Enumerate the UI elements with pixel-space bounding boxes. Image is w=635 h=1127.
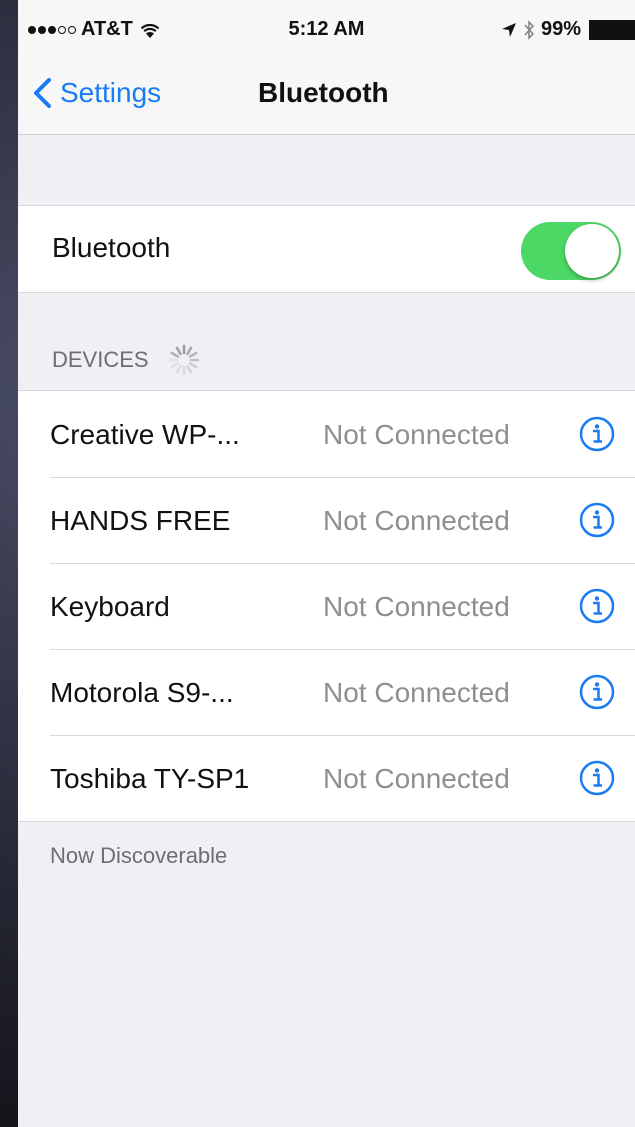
device-name: Toshiba TY-SP1 xyxy=(50,763,250,794)
battery-icon xyxy=(589,19,635,40)
loading-spinner-icon xyxy=(168,344,199,376)
bluetooth-toggle-label: Bluetooth xyxy=(52,232,171,263)
bluetooth-icon xyxy=(524,19,535,40)
device-name: Creative WP-... xyxy=(50,419,240,450)
chevron-left-icon xyxy=(34,78,51,108)
status-bar: AT&T 5:12 AM 99% xyxy=(18,0,635,64)
bluetooth-toggle-row: Bluetooth xyxy=(18,205,635,293)
info-icon[interactable] xyxy=(579,674,615,710)
info-icon[interactable] xyxy=(579,588,615,624)
device-status: Not Connected xyxy=(323,505,510,536)
status-bar-right: 99% xyxy=(501,18,635,41)
device-name: HANDS FREE xyxy=(50,505,231,536)
devices-section-header: DEVICES xyxy=(52,343,201,377)
device-status: Not Connected xyxy=(323,763,510,794)
back-button[interactable]: Settings xyxy=(32,77,161,109)
device-row[interactable]: Motorola S9-... Not Connected xyxy=(18,649,635,735)
device-row[interactable]: Toshiba TY-SP1 Not Connected xyxy=(18,735,635,821)
device-row[interactable]: HANDS FREE Not Connected xyxy=(18,477,635,563)
device-name: Keyboard xyxy=(50,591,170,622)
back-button-label: Settings xyxy=(60,77,162,108)
phone-screen: AT&T 5:12 AM 99% Settings Bluetooth Blue… xyxy=(18,0,635,1127)
device-name: Motorola S9-... xyxy=(50,677,234,708)
device-status: Not Connected xyxy=(323,591,510,622)
devices-header-label: DEVICES xyxy=(52,347,149,372)
page-title: Bluetooth xyxy=(258,77,389,108)
info-icon[interactable] xyxy=(579,502,615,538)
toggle-knob xyxy=(565,224,619,278)
device-row[interactable]: Keyboard Not Connected xyxy=(18,563,635,649)
device-status: Not Connected xyxy=(323,419,510,450)
info-icon[interactable] xyxy=(579,416,615,452)
bluetooth-toggle[interactable] xyxy=(521,222,621,280)
battery-percent: 99% xyxy=(540,18,581,40)
device-row[interactable]: Creative WP-... Not Connected xyxy=(18,391,635,477)
location-arrow-icon xyxy=(501,22,516,37)
discoverable-status: Now Discoverable xyxy=(50,843,228,868)
info-icon[interactable] xyxy=(579,760,615,796)
navigation-bar: Settings Bluetooth xyxy=(18,64,635,135)
devices-list: Creative WP-... Not Connected HANDS FREE… xyxy=(18,390,635,822)
device-status: Not Connected xyxy=(323,677,510,708)
